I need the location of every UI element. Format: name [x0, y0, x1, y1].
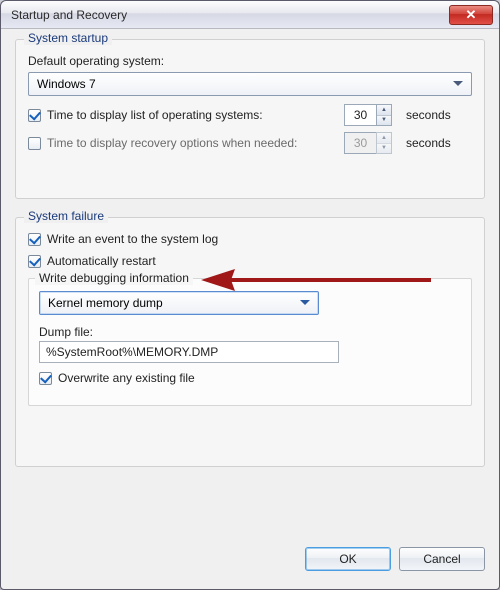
debug-info-subgroup: Write debugging information Kernel memor…	[28, 278, 472, 406]
spinner-down-icon[interactable]: ▼	[377, 116, 391, 126]
auto-restart-checkbox[interactable]	[28, 255, 41, 268]
close-button[interactable]: ✕	[449, 5, 493, 25]
display-recovery-checkbox[interactable]	[28, 137, 41, 150]
display-recovery-value	[344, 132, 376, 154]
seconds-unit: seconds	[406, 108, 451, 122]
dump-file-label: Dump file:	[39, 325, 93, 339]
dump-file-field[interactable]	[39, 341, 339, 363]
spinner-down-icon: ▼	[377, 144, 391, 154]
auto-restart-label: Automatically restart	[47, 254, 156, 268]
cancel-button[interactable]: Cancel	[399, 547, 485, 571]
display-recovery-spinner[interactable]: ▲ ▼	[344, 132, 392, 154]
dump-type-value: Kernel memory dump	[48, 296, 296, 310]
write-event-label: Write an event to the system log	[47, 232, 218, 246]
display-os-list-spinner[interactable]: ▲ ▼	[344, 104, 392, 126]
display-os-list-checkbox[interactable]	[28, 109, 41, 122]
overwrite-checkbox[interactable]	[39, 372, 52, 385]
spinner-up-icon: ▲	[377, 133, 391, 144]
default-os-value: Windows 7	[37, 77, 449, 91]
system-startup-group: System startup Default operating system:…	[15, 39, 485, 199]
ok-button[interactable]: OK	[305, 547, 391, 571]
seconds-unit: seconds	[406, 136, 451, 150]
titlebar: Startup and Recovery ✕	[1, 1, 499, 29]
dump-type-combo[interactable]: Kernel memory dump	[39, 291, 319, 315]
window-title: Startup and Recovery	[11, 8, 449, 22]
write-event-checkbox[interactable]	[28, 233, 41, 246]
default-os-label: Default operating system:	[28, 54, 164, 68]
display-os-list-value[interactable]	[344, 104, 376, 126]
spinner-up-icon[interactable]: ▲	[377, 105, 391, 116]
spinner-buttons[interactable]: ▲ ▼	[376, 104, 392, 126]
spinner-buttons: ▲ ▼	[376, 132, 392, 154]
display-recovery-label: Time to display recovery options when ne…	[47, 136, 297, 150]
close-icon: ✕	[466, 8, 477, 21]
debug-info-legend: Write debugging information	[35, 271, 193, 285]
display-os-list-label: Time to display list of operating system…	[47, 108, 263, 122]
startup-recovery-dialog: Startup and Recovery ✕ System startup De…	[0, 0, 500, 590]
dialog-content: System startup Default operating system:…	[1, 29, 499, 495]
default-os-combo[interactable]: Windows 7	[28, 72, 472, 96]
system-failure-group: System failure Write an event to the sys…	[15, 217, 485, 467]
chevron-down-icon	[296, 294, 314, 312]
chevron-down-icon	[449, 75, 467, 93]
dialog-button-row: OK Cancel	[1, 547, 499, 581]
system-failure-legend: System failure	[24, 209, 108, 223]
overwrite-label: Overwrite any existing file	[58, 371, 195, 385]
system-startup-legend: System startup	[24, 31, 112, 45]
